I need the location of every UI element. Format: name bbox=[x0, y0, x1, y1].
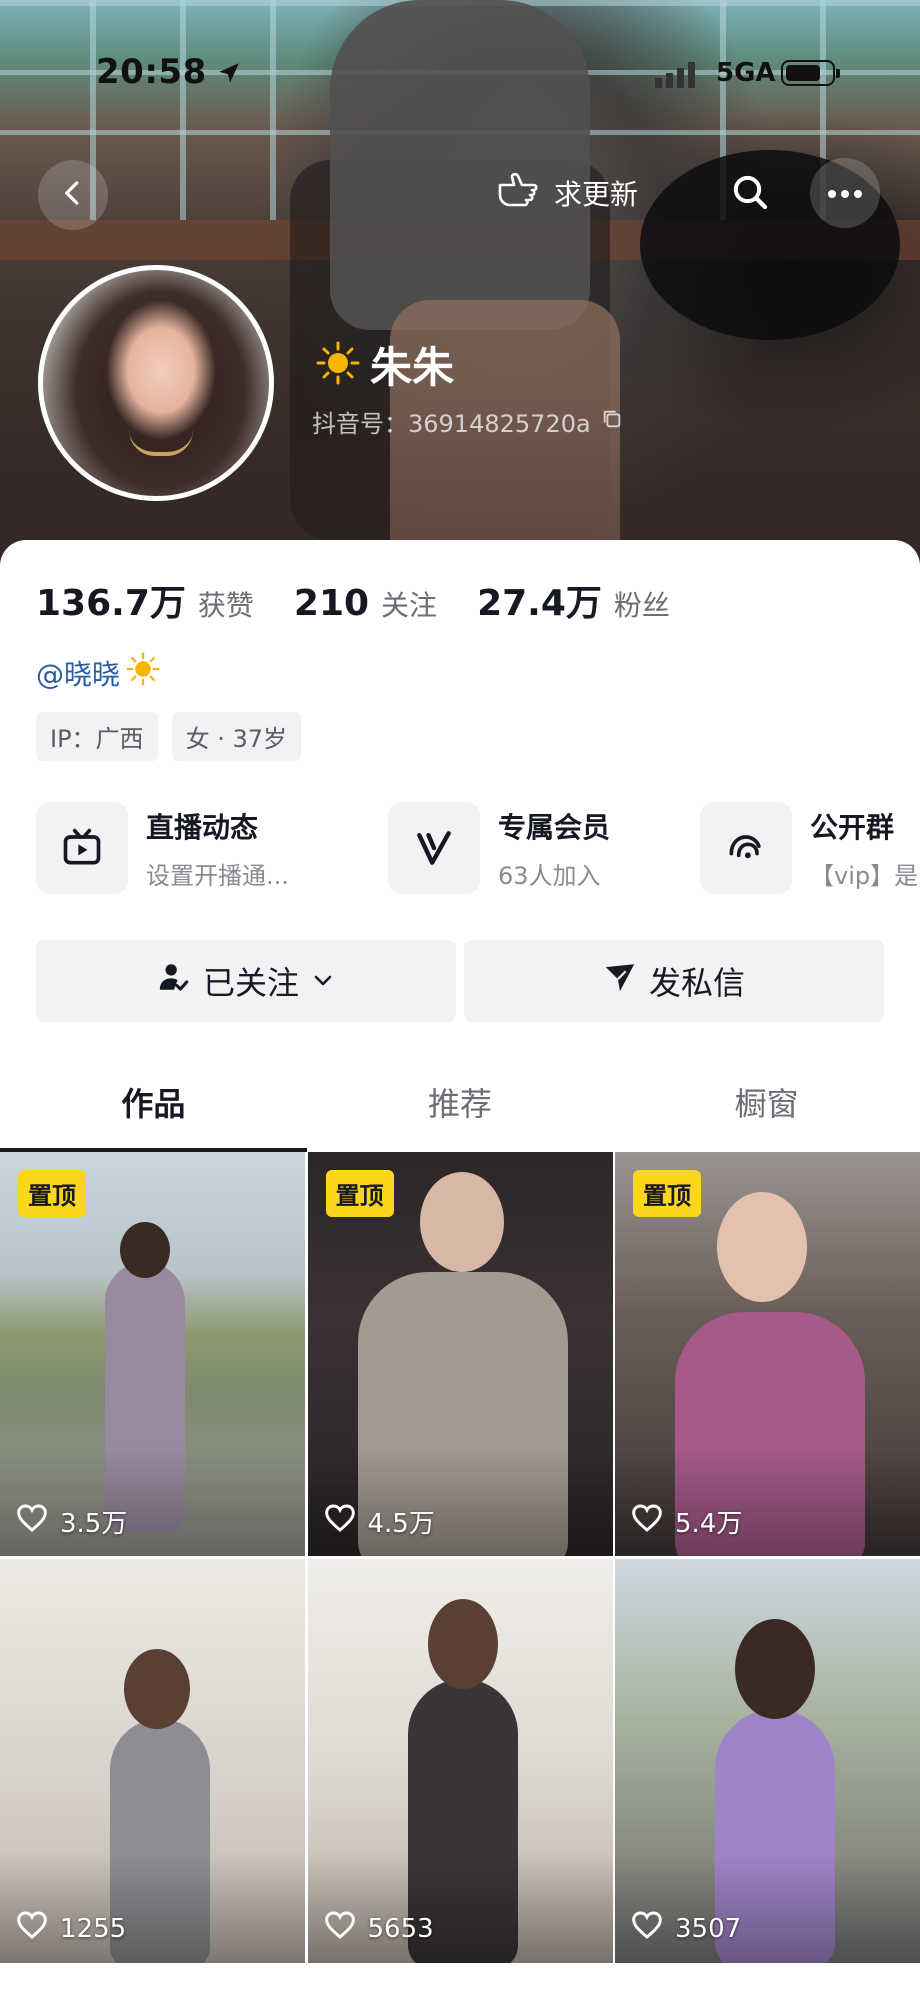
back-arrow-icon bbox=[58, 178, 88, 212]
feature-subtitle: 设置开播通... bbox=[146, 861, 289, 890]
feature-title: 专属会员 bbox=[498, 810, 611, 844]
heart-icon bbox=[631, 1503, 663, 1540]
user-check-icon bbox=[157, 960, 191, 1002]
request-update-label: 求更新 bbox=[554, 178, 639, 211]
like-value: 3.5万 bbox=[60, 1509, 128, 1539]
like-count: 5.4万 bbox=[631, 1503, 742, 1540]
tab-showcase[interactable]: 橱窗 bbox=[613, 1052, 920, 1152]
video-tile[interactable]: 置顶 5.4万 bbox=[615, 1152, 920, 1556]
heart-icon bbox=[324, 1910, 356, 1947]
heart-icon bbox=[324, 1503, 356, 1540]
feature-title: 公开群 bbox=[810, 810, 895, 844]
heart-icon bbox=[16, 1910, 48, 1947]
action-row: 已关注 发私信 bbox=[36, 940, 884, 1022]
search-button[interactable] bbox=[722, 166, 778, 222]
stat-likes[interactable]: 136.7万 获赞 bbox=[36, 574, 254, 626]
profile-panel: 136.7万 获赞 210 关注 27.4万 粉丝 @晓晓 IP：广西 女 · … bbox=[0, 540, 920, 2000]
like-count: 5653 bbox=[324, 1910, 434, 1947]
feature-subtitle: 【vip】是 bbox=[810, 861, 919, 890]
feature-subtitle: 63人加入 bbox=[498, 861, 601, 890]
status-time: 20:58 bbox=[96, 52, 207, 92]
like-value: 3507 bbox=[675, 1913, 742, 1944]
stat-value: 210 bbox=[293, 583, 370, 624]
sun-emoji-icon bbox=[126, 652, 160, 693]
live-tv-icon bbox=[36, 802, 128, 894]
avatar[interactable] bbox=[38, 265, 274, 501]
feature-membership[interactable]: 专属会员 63人加入 bbox=[388, 802, 610, 894]
stat-value: 136.7万 bbox=[36, 583, 186, 624]
pinned-badge: 置顶 bbox=[18, 1170, 86, 1217]
pinned-badge: 置顶 bbox=[633, 1170, 701, 1217]
like-count: 3.5万 bbox=[16, 1503, 127, 1540]
like-count: 3507 bbox=[631, 1910, 741, 1947]
heart-icon bbox=[631, 1910, 663, 1947]
send-message-label: 发私信 bbox=[648, 964, 745, 1002]
video-tile[interactable]: 置顶 4.5万 bbox=[307, 1152, 613, 1556]
vip-v-icon bbox=[388, 802, 480, 894]
sun-emoji-icon bbox=[316, 341, 360, 389]
send-message-button[interactable]: 发私信 bbox=[464, 940, 884, 1022]
tab-works[interactable]: 作品 bbox=[0, 1052, 307, 1152]
request-update-button[interactable]: 求更新 bbox=[496, 160, 638, 226]
chevron-down-icon bbox=[311, 962, 335, 1000]
signal-icon bbox=[655, 62, 701, 92]
more-button[interactable] bbox=[810, 158, 880, 228]
douyin-id-row[interactable]: 抖音号：36914825720a bbox=[312, 404, 623, 439]
like-value: 1255 bbox=[60, 1913, 127, 1944]
paper-plane-icon bbox=[603, 960, 637, 1002]
heart-icon bbox=[16, 1503, 48, 1540]
feature-cards: 直播动态 设置开播通... 专属会员 63人加入 公开群 【vip】是 bbox=[36, 802, 920, 902]
profile-name-row: 朱朱 bbox=[316, 334, 454, 395]
group-chat-icon bbox=[700, 802, 792, 894]
search-icon bbox=[730, 172, 770, 216]
feature-public-group[interactable]: 公开群 【vip】是 bbox=[700, 802, 918, 894]
bio-mention[interactable]: @晓晓 bbox=[36, 652, 160, 693]
video-tile[interactable]: 3507 bbox=[615, 1559, 920, 1963]
douyin-id: 抖音号：36914825720a bbox=[312, 410, 591, 438]
pinned-badge: 置顶 bbox=[325, 1170, 394, 1217]
feature-live[interactable]: 直播动态 设置开播通... bbox=[36, 802, 289, 894]
profile-name: 朱朱 bbox=[370, 343, 455, 392]
like-value: 5.4万 bbox=[675, 1509, 743, 1539]
video-tile[interactable]: 1255 bbox=[0, 1559, 305, 1963]
copy-icon[interactable] bbox=[601, 408, 623, 436]
back-button[interactable] bbox=[38, 160, 108, 230]
feature-title: 直播动态 bbox=[146, 810, 259, 844]
stat-value: 27.4万 bbox=[477, 583, 602, 624]
stat-label: 获赞 bbox=[197, 589, 254, 622]
like-value: 5653 bbox=[367, 1913, 434, 1944]
video-grid: 置顶 3.5万 置顶 4.5万 置顶 5.4万 1255 5653 3507 bbox=[0, 1152, 920, 1963]
like-value: 4.5万 bbox=[367, 1509, 435, 1539]
like-count: 4.5万 bbox=[324, 1503, 435, 1540]
following-button[interactable]: 已关注 bbox=[36, 940, 456, 1022]
more-icon bbox=[827, 184, 863, 203]
like-count: 1255 bbox=[16, 1910, 126, 1947]
profile-tags: IP：广西 女 · 37岁 bbox=[36, 712, 301, 761]
tab-recommended[interactable]: 推荐 bbox=[307, 1052, 614, 1152]
stats-row: 136.7万 获赞 210 关注 27.4万 粉丝 bbox=[36, 574, 710, 626]
hand-point-icon bbox=[496, 171, 540, 216]
video-tile[interactable]: 置顶 3.5万 bbox=[0, 1152, 305, 1556]
location-arrow-icon bbox=[216, 60, 242, 90]
stat-following[interactable]: 210 关注 bbox=[294, 583, 437, 624]
mention-link[interactable]: @晓晓 bbox=[36, 653, 120, 693]
following-label: 已关注 bbox=[202, 964, 299, 1002]
content-tabs: 作品 推荐 橱窗 bbox=[0, 1052, 920, 1152]
network-label: 5GA bbox=[716, 58, 776, 88]
video-tile[interactable]: 5653 bbox=[307, 1559, 613, 1963]
gender-age-tag: 女 · 37岁 bbox=[171, 712, 301, 761]
stat-label: 粉丝 bbox=[613, 589, 670, 622]
stat-label: 关注 bbox=[381, 589, 438, 622]
stat-followers[interactable]: 27.4万 粉丝 bbox=[477, 574, 670, 626]
ip-location-tag: IP：广西 bbox=[36, 712, 158, 761]
battery-icon bbox=[781, 60, 840, 86]
